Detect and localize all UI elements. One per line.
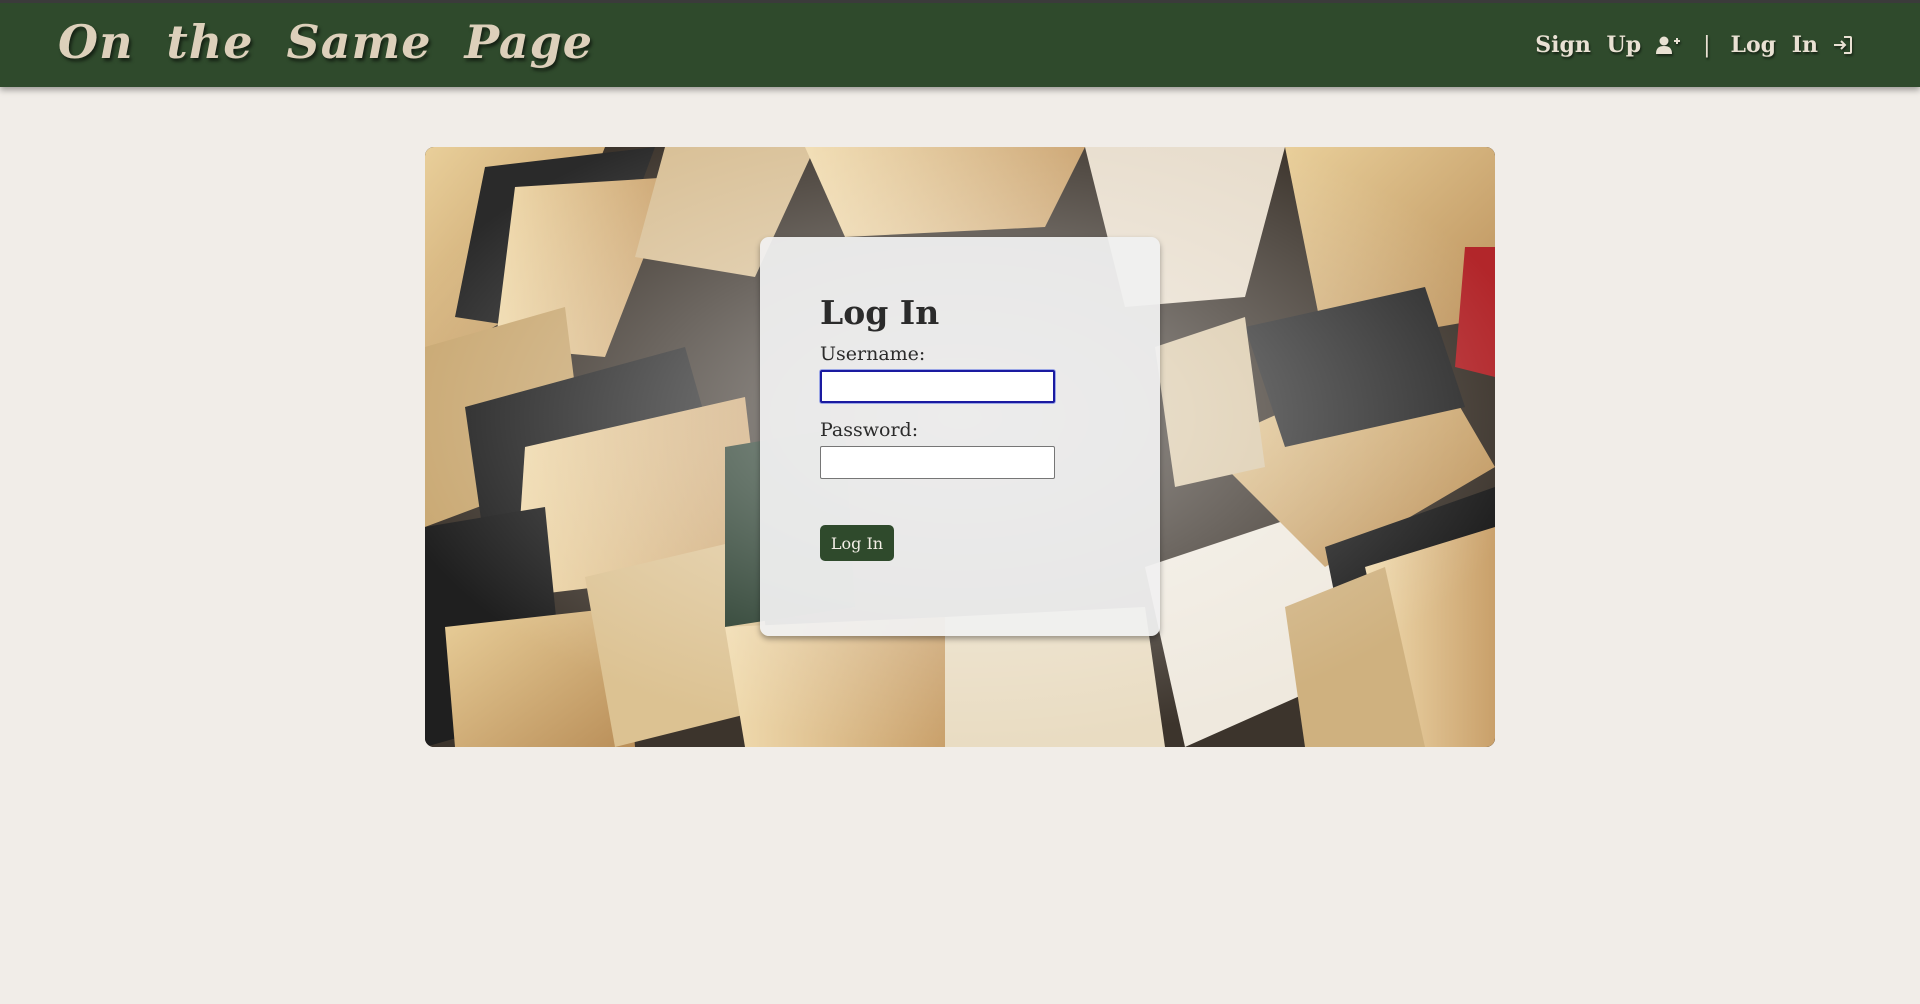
top-navbar: On the Same Page Sign Up | Log In: [0, 0, 1920, 87]
signup-label: Sign Up: [1535, 32, 1642, 58]
password-input[interactable]: [820, 446, 1055, 479]
nav-links: Sign Up | Log In: [1535, 3, 1854, 87]
sign-in-icon: [1834, 36, 1852, 54]
brand-logo[interactable]: On the Same Page: [58, 15, 593, 69]
login-link[interactable]: Log In: [1731, 32, 1854, 58]
login-label: Log In: [1730, 32, 1818, 58]
nav-separator: |: [1703, 32, 1711, 58]
user-plus-icon: [1656, 36, 1681, 54]
username-input[interactable]: [820, 370, 1055, 403]
login-title: Log In: [820, 293, 940, 332]
signup-link[interactable]: Sign Up: [1535, 32, 1681, 58]
login-card: Log In Username: Password: Log In: [760, 237, 1160, 636]
password-label: Password:: [820, 419, 919, 441]
login-submit-button[interactable]: Log In: [820, 525, 894, 561]
username-label: Username:: [820, 343, 926, 365]
